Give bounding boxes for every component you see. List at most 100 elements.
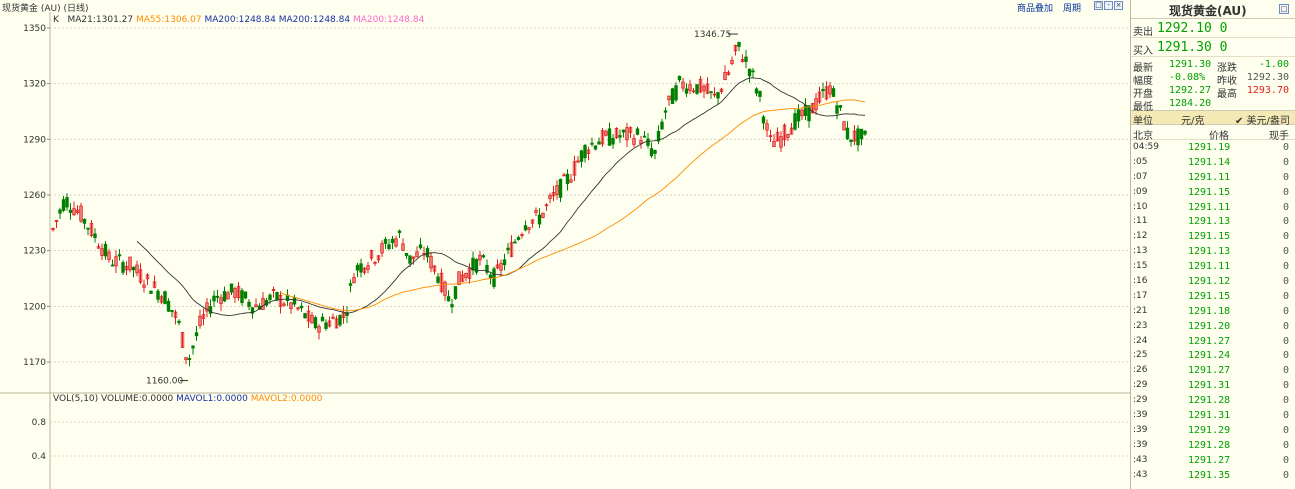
tick-price: 1291.29 (1188, 424, 1231, 436)
tick-volume: 0 (1282, 142, 1289, 153)
candle-body (674, 85, 678, 101)
candle-body (856, 128, 860, 146)
tick-price: 1291.12 (1188, 276, 1231, 288)
tick-price: 1291.31 (1188, 380, 1231, 392)
candle-body (516, 237, 521, 240)
tick-volume: 0 (1282, 454, 1289, 466)
candle-body (418, 244, 423, 249)
tick-volume: 0 (1282, 246, 1289, 258)
tick-price: 1291.13 (1188, 246, 1231, 258)
tick-price: 1291.27 (1188, 454, 1231, 466)
y-tick-label: 1200 (23, 302, 46, 312)
candle-body (849, 139, 853, 143)
tick-row: :05 1291.14 0 (1131, 155, 1295, 170)
tick-volume: 0 (1282, 335, 1289, 347)
tick-volume: 0 (1282, 305, 1289, 317)
latest-value: 1291.30 (1169, 59, 1212, 70)
candle-body (163, 291, 167, 305)
ticks-list[interactable]: 04:59 1291.19 0:05 1291.14 0:07 1291.11 0:09 12… (1131, 140, 1295, 482)
tick-row: :23 1291.20 0 (1131, 319, 1295, 334)
candle-body (453, 286, 458, 299)
tick-time: :15 (1133, 261, 1148, 272)
tick-volume: 0 (1282, 395, 1289, 407)
candle-body (324, 322, 328, 329)
candle-body (642, 135, 647, 138)
candle-body (222, 291, 227, 302)
tick-price: 1291.24 (1188, 350, 1231, 362)
y-tick-label: 1170 (23, 358, 46, 368)
candle-body (292, 297, 297, 305)
tick-volume: 0 (1282, 216, 1289, 228)
buy-label: 买入 (1133, 46, 1153, 57)
tick-row: :43 1291.35 0 (1131, 468, 1295, 483)
candle-body (170, 310, 174, 313)
tick-volume: 0 (1282, 156, 1289, 168)
tick-time: :17 (1133, 290, 1148, 301)
ticks-header: 北京 价格 现手 (1131, 125, 1295, 142)
tick-time: :29 (1133, 380, 1148, 391)
candle-body (607, 128, 612, 146)
tick-row: :10 1291.11 0 (1131, 200, 1295, 215)
high-value: 1293.70 (1246, 85, 1289, 96)
candle-body (299, 305, 304, 309)
candle-body (65, 197, 69, 208)
candle-body (58, 209, 62, 214)
tick-time: :39 (1133, 439, 1148, 450)
vol-tick-label: 0.8 (32, 418, 47, 428)
candle-body (156, 290, 160, 300)
candle-body (82, 218, 87, 224)
candle-body (247, 301, 251, 307)
y-tick-label: 1230 (23, 247, 46, 257)
candle-body (597, 141, 601, 145)
tick-volume: 0 (1282, 439, 1289, 451)
tick-price: 1291.11 (1188, 261, 1231, 273)
candle-body (695, 84, 699, 94)
tick-price: 1291.11 (1188, 171, 1231, 183)
tick-row: :11 1291.13 0 (1131, 214, 1295, 229)
tick-time: :25 (1133, 350, 1148, 361)
candle-body (579, 150, 584, 162)
candle-body (166, 300, 171, 312)
tick-time: :16 (1133, 276, 1148, 287)
candle-body (446, 296, 451, 302)
candle-body (744, 56, 748, 62)
candle-body (390, 238, 395, 244)
minimize-icon[interactable]: - (1104, 1, 1113, 10)
tick-time: :26 (1133, 365, 1148, 376)
tick-row: :21 1291.18 0 (1131, 304, 1295, 319)
tick-time: :12 (1133, 231, 1148, 242)
tick-volume: 0 (1282, 424, 1289, 436)
price-chart[interactable]: 1350 1320 1290 1260 1230 1200 1170 0.8 0.4 1346.7… (0, 12, 1130, 489)
candle-body (796, 109, 801, 122)
low-value: 1284.20 (1169, 98, 1212, 109)
restore-icon[interactable]: □ (1094, 1, 1103, 10)
candle-body (838, 105, 843, 108)
tick-row: :25 1291.24 0 (1131, 348, 1295, 363)
sell-row: 卖出 1292.10 0 (1131, 19, 1295, 38)
candle-body (646, 138, 650, 146)
panel-menu-icon[interactable]: □ (1279, 4, 1289, 14)
tick-row: :26 1291.27 0 (1131, 363, 1295, 378)
high-label: 最高 (1217, 89, 1237, 100)
y-tick-label: 1290 (23, 135, 46, 145)
change-value: -1.00 (1258, 59, 1289, 70)
y-tick-label: 1320 (23, 80, 46, 90)
pct-value: -0.08% (1169, 72, 1206, 83)
candle-body (187, 358, 192, 361)
tick-price: 1291.28 (1188, 395, 1231, 407)
tick-price: 1291.15 (1188, 186, 1231, 198)
tick-time: 04:59 (1133, 142, 1159, 152)
candle-body (590, 142, 594, 145)
tick-volume: 0 (1282, 186, 1289, 198)
candle-body (677, 75, 682, 81)
tick-time: :24 (1133, 335, 1148, 346)
candle-body (835, 105, 839, 114)
candle-body (649, 148, 654, 157)
candle-body (558, 178, 563, 198)
candle-body (103, 243, 108, 257)
candle-body (845, 127, 850, 140)
close-icon[interactable]: × (1114, 1, 1123, 10)
buy-price: 1291.30 0 (1157, 40, 1228, 55)
candle-body (821, 89, 825, 92)
candle-body (635, 128, 640, 135)
